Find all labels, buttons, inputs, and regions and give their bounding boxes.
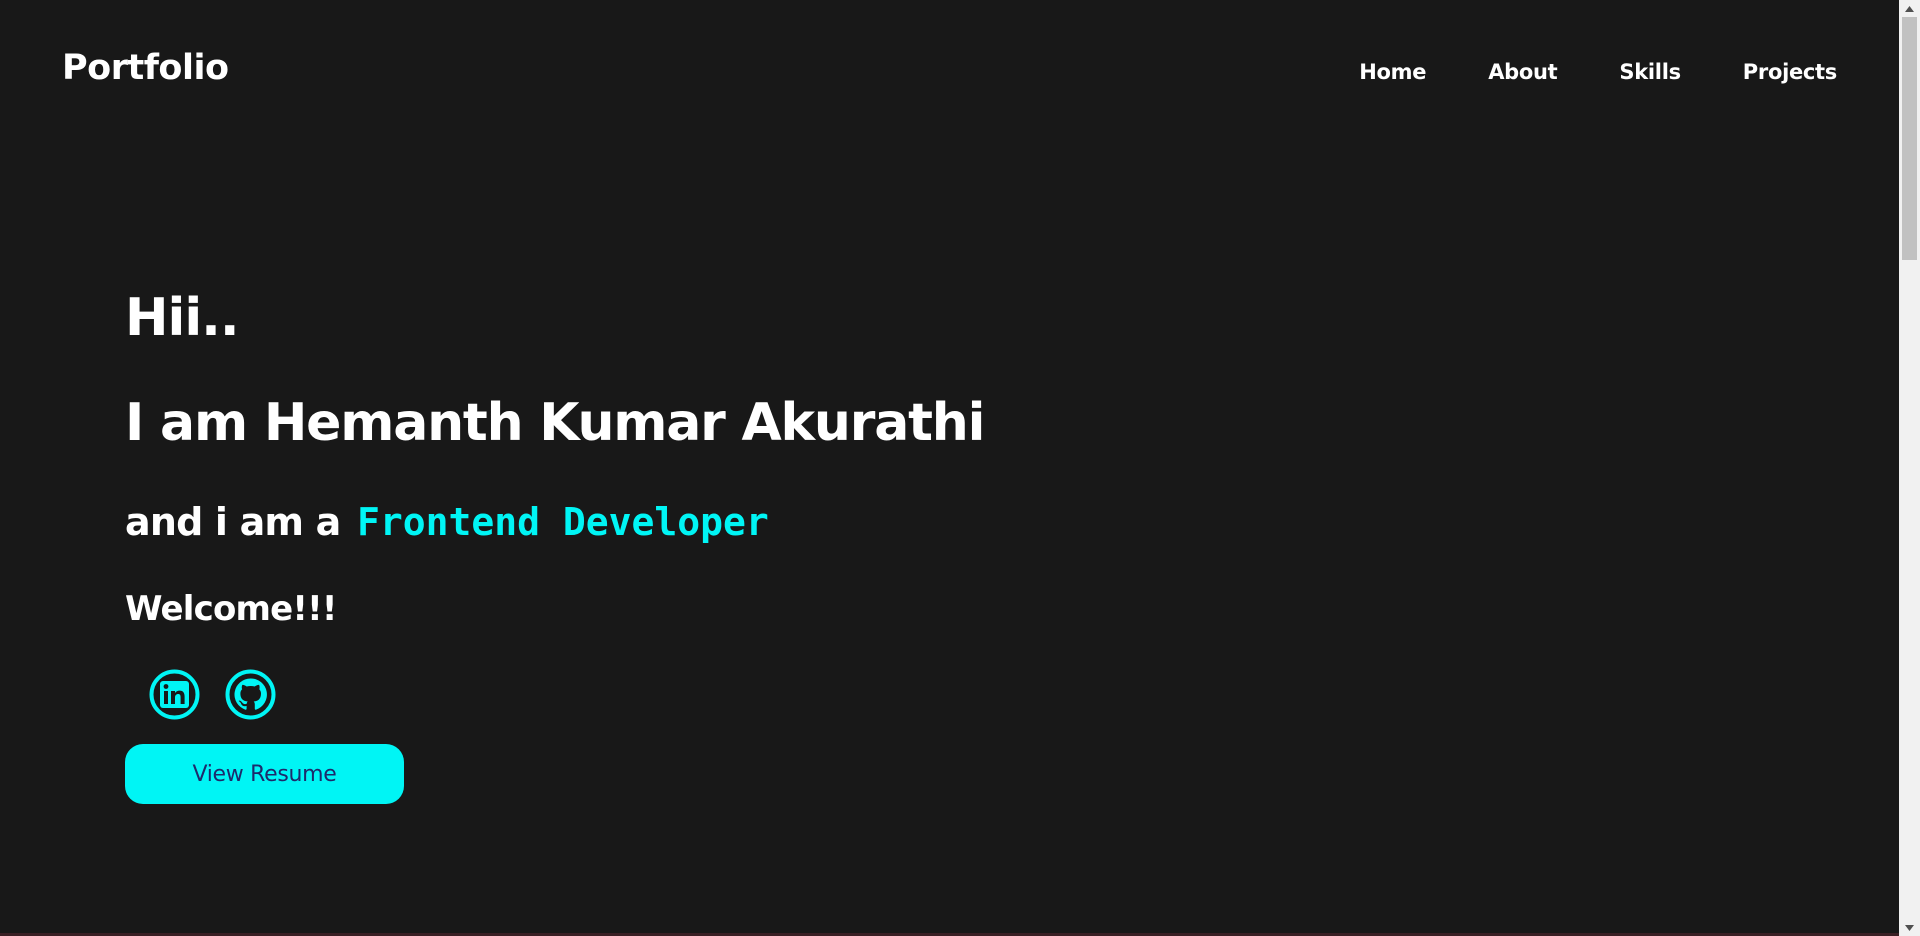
nav-link-projects[interactable]: Projects	[1743, 60, 1838, 84]
role-prefix: and i am a	[125, 500, 341, 544]
nav-link-home[interactable]: Home	[1359, 60, 1426, 84]
scrollbar-thumb[interactable]	[1902, 17, 1917, 260]
scroll-up-arrow-icon[interactable]	[1899, 0, 1920, 17]
scroll-down-arrow-icon[interactable]	[1899, 919, 1920, 936]
brand-logo[interactable]: Portfolio	[62, 48, 229, 88]
hero-greeting: Hii..	[125, 288, 240, 348]
role-text: Frontend Developer	[356, 500, 769, 544]
view-resume-button[interactable]: View Resume	[125, 744, 404, 804]
github-icon	[225, 669, 276, 720]
social-links	[149, 669, 276, 720]
hero-intro: I am Hemanth Kumar Akurathi	[125, 393, 985, 453]
vertical-scrollbar[interactable]	[1899, 0, 1920, 936]
page: Portfolio Home About Skills Projects Hii…	[0, 0, 1899, 936]
nav-link-skills[interactable]: Skills	[1619, 60, 1681, 84]
nav-link-about[interactable]: About	[1488, 60, 1558, 84]
hero-role-line: and i am a Frontend Developer	[125, 503, 769, 541]
linkedin-link[interactable]	[149, 669, 200, 720]
main-nav: Home About Skills Projects	[1359, 60, 1837, 84]
hero-welcome: Welcome!!!	[125, 589, 337, 629]
github-link[interactable]	[225, 669, 276, 720]
linkedin-icon	[149, 669, 200, 720]
